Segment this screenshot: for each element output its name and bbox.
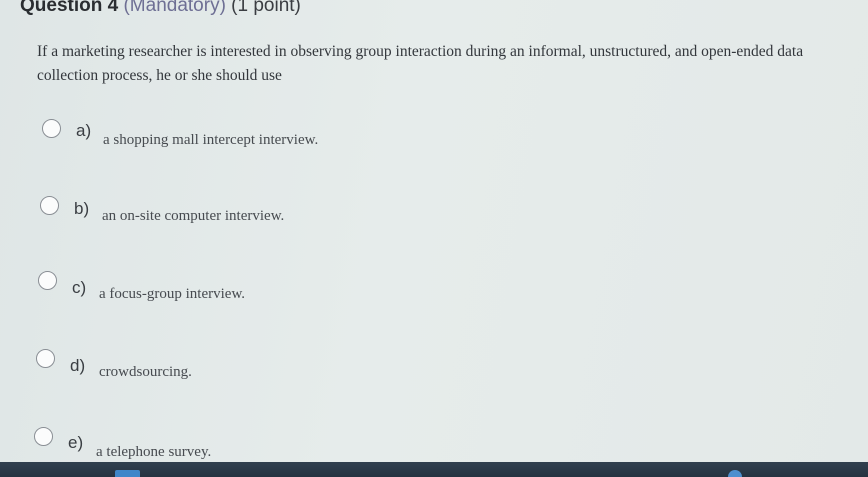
option-c-text: a focus-group interview. bbox=[99, 286, 246, 302]
option-d[interactable]: d) crowdsourcing. bbox=[0, 344, 868, 384]
option-a-radio[interactable] bbox=[42, 119, 61, 138]
option-a[interactable]: a) a shopping mall intercept interview. bbox=[0, 115, 868, 155]
option-d-letter: d) bbox=[70, 356, 86, 375]
question-title: Question 4 bbox=[20, 0, 119, 16]
option-a-text: a shopping mall intercept interview. bbox=[103, 132, 319, 148]
option-c[interactable]: c) a focus-group interview. bbox=[0, 266, 868, 306]
option-c-radio[interactable] bbox=[38, 271, 57, 290]
option-d-text: crowdsourcing. bbox=[99, 364, 192, 380]
option-c-letter: c) bbox=[72, 278, 87, 297]
question-text: If a marketing researcher is interested … bbox=[37, 43, 804, 84]
question-header: Question 4 (Mandatory) (1 point) bbox=[20, 0, 301, 18]
taskbar-app-icon[interactable] bbox=[115, 470, 140, 477]
option-e-text: a telephone survey. bbox=[96, 444, 212, 460]
quiz-page: Question 4 (Mandatory) (1 point) If a ma… bbox=[0, 0, 868, 477]
option-e-letter: e) bbox=[68, 433, 84, 452]
option-d-radio[interactable] bbox=[36, 349, 55, 368]
option-b-text: an on-site computer interview. bbox=[102, 208, 285, 224]
option-e[interactable]: e) a telephone survey. bbox=[0, 423, 868, 463]
taskbar-globe-icon[interactable] bbox=[728, 470, 742, 477]
option-a-letter: a) bbox=[76, 121, 92, 140]
option-b[interactable]: b) an on-site computer interview. bbox=[0, 192, 868, 232]
option-e-radio[interactable] bbox=[34, 427, 53, 446]
option-b-radio[interactable] bbox=[40, 196, 59, 215]
option-b-letter: b) bbox=[74, 199, 90, 218]
mandatory-label: (Mandatory) bbox=[123, 0, 226, 16]
points-label: (1 point) bbox=[231, 0, 301, 16]
